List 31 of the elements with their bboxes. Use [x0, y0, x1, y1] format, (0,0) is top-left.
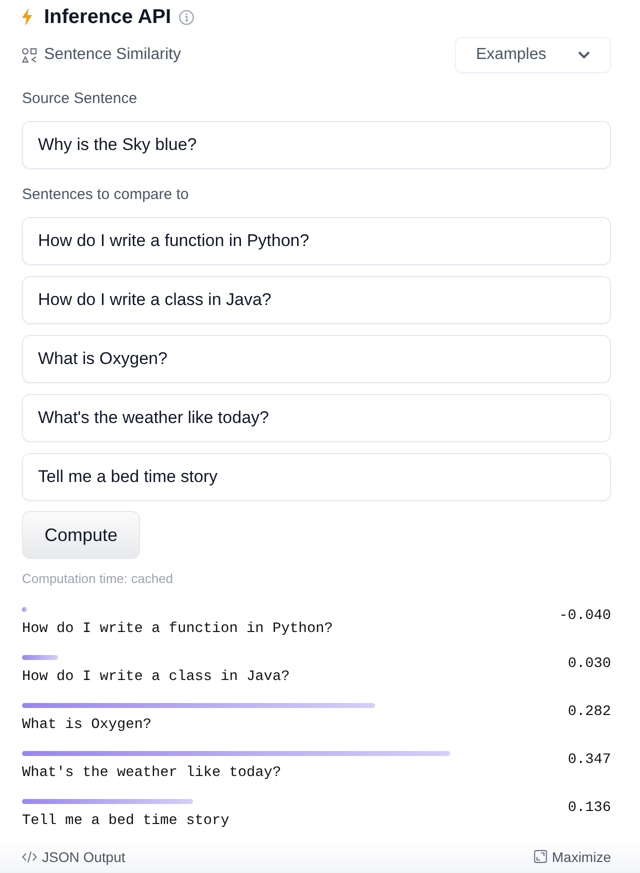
maximize-button[interactable]: Maximize	[534, 848, 611, 864]
lightning-bolt-icon	[22, 8, 32, 26]
result-sentence: What is Oxygen?	[22, 716, 152, 735]
json-output-button[interactable]: JSON Output	[22, 848, 126, 864]
compare-sentence-field[interactable]: How do I write a function in Python?	[22, 217, 611, 265]
compare-sentence-field[interactable]: What is Oxygen?	[22, 335, 611, 383]
task-label: Sentence Similarity	[44, 46, 181, 64]
similarity-score: -0.040	[559, 607, 611, 626]
info-icon[interactable]	[179, 10, 194, 24]
maximize-icon	[534, 850, 547, 863]
similarity-score: 0.136	[568, 799, 611, 818]
similarity-score: 0.030	[568, 655, 611, 674]
result-sentence: How do I write a function in Python?	[22, 620, 333, 639]
shapes-grid-icon	[22, 48, 37, 62]
result-sentence: What's the weather like today?	[22, 764, 282, 783]
examples-dropdown[interactable]: Examples	[455, 37, 611, 73]
compare-sentence-field[interactable]: Tell me a bed time story	[22, 453, 611, 501]
similarity-score: 0.282	[568, 703, 611, 722]
chevron-down-icon	[578, 51, 590, 59]
source-sentence-field[interactable]: Why is the Sky blue?	[22, 121, 611, 169]
field-label: Sentences to compare to	[22, 185, 190, 205]
result-sentence: Tell me a bed time story	[22, 812, 230, 831]
field-label: Source Sentence	[22, 89, 138, 109]
panel-title: Inference API	[44, 5, 172, 29]
compute-button[interactable]: Compute	[22, 511, 140, 559]
code-icon	[22, 850, 37, 862]
compare-sentence-field[interactable]: How do I write a class in Java?	[22, 276, 611, 324]
result-sentence: How do I write a class in Java?	[22, 668, 290, 687]
computation-time-note: Computation time: cached	[22, 570, 174, 588]
similarity-score: 0.347	[568, 751, 611, 770]
compare-sentence-field[interactable]: What's the weather like today?	[22, 394, 611, 442]
